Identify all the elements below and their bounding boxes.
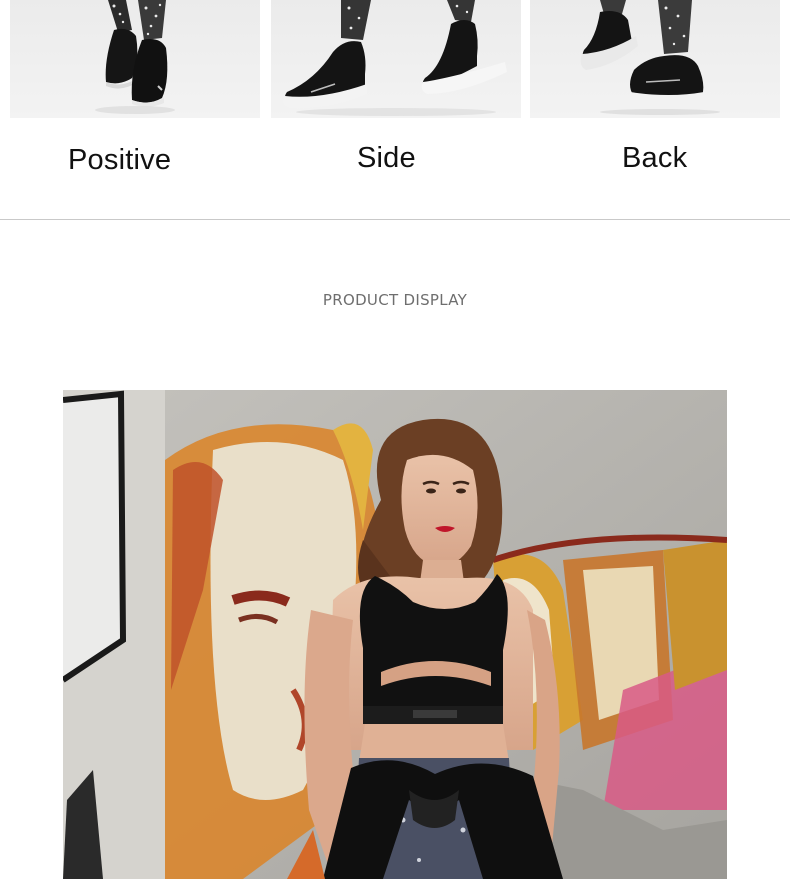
shoe-front-photo: [95, 0, 175, 114]
shoe-back-photo: [580, 0, 720, 115]
product-display-photo[interactable]: [63, 390, 727, 879]
view-label-back: Back: [622, 142, 688, 174]
thumbnail-side[interactable]: [271, 0, 521, 118]
section-title: PRODUCT DISPLAY: [322, 291, 468, 309]
section-divider: [0, 219, 790, 220]
shoe-side-photo: [282, 0, 507, 116]
model-graffiti-photo: [63, 390, 727, 879]
thumbnail-positive[interactable]: [10, 0, 260, 118]
thumbnail-back[interactable]: [530, 0, 780, 118]
view-label-positive: Positive: [68, 144, 172, 176]
view-label-side: Side: [357, 142, 416, 174]
